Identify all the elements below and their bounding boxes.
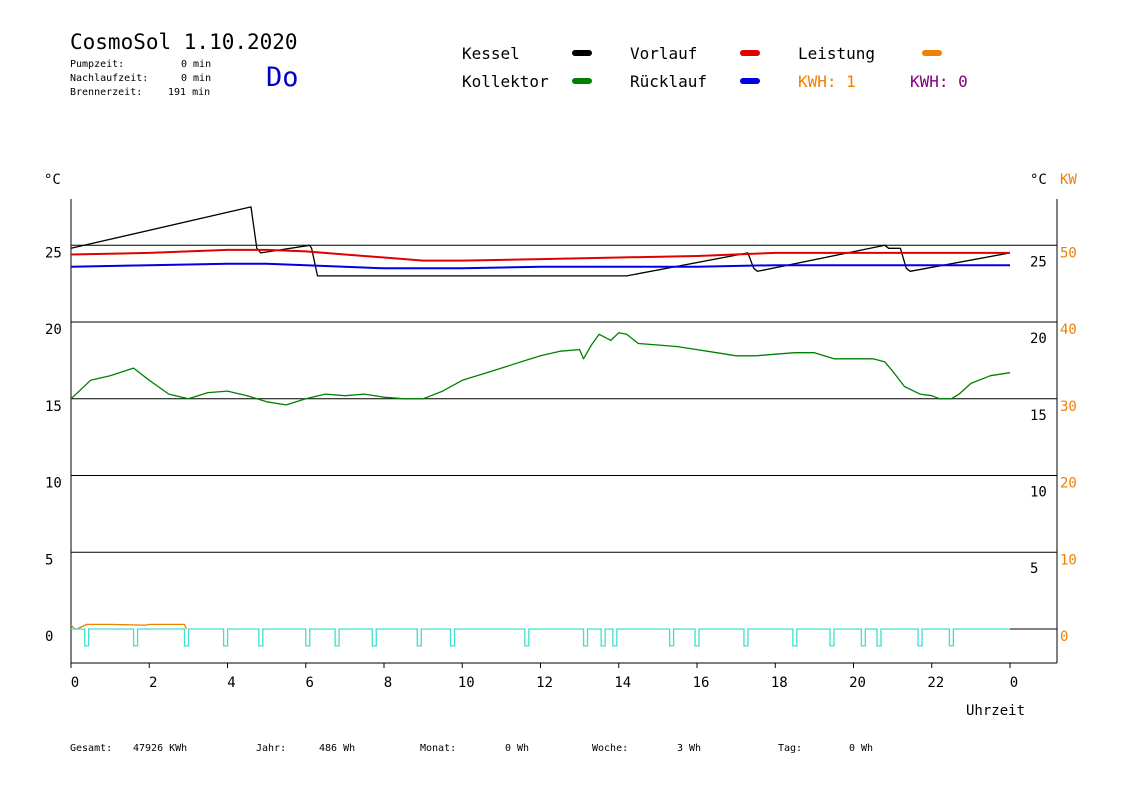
temperature-chart: 051015202525201510501020304050°C °C KW0 2 4 6…: [44, 172, 1077, 719]
x-axis-label: Uhrzeit: [966, 703, 1025, 719]
x-tick-label: 0: [71, 675, 79, 691]
y-tick-label-left: 5: [45, 552, 53, 568]
footer-month-label: Monat:: [420, 743, 457, 754]
series-line-vorlauf: [70, 248, 1010, 262]
x-tick-label: 18: [771, 675, 788, 691]
footer-week-label: Woche:: [592, 743, 629, 754]
y-tick-label-left: 15: [45, 399, 62, 415]
y-tick-label-left: 25: [45, 245, 62, 261]
y-tick-label-right-upper: 20: [1030, 331, 1047, 347]
y-tick-label-kw: 20: [1060, 476, 1077, 492]
footer-week-value: 3 Wh: [677, 743, 702, 754]
footer-total-label: Gesamt:: [70, 743, 113, 754]
x-tick-label: 6: [306, 675, 314, 691]
x-tick-label: 10: [458, 675, 475, 691]
footer-total-value: 47926 KWh: [133, 743, 188, 754]
y-tick-label-left: 0: [45, 629, 53, 645]
y-axis-right-label: °C: [1030, 172, 1047, 188]
y-axis-left-label: °C: [44, 172, 61, 188]
x-tick-label: 22: [927, 675, 944, 691]
x-tick-label: 8: [384, 675, 392, 691]
y-tick-label-right-lower: 15: [1030, 408, 1047, 424]
x-tick-label: 16: [693, 675, 710, 691]
x-tick-label: 14: [614, 675, 631, 691]
x-tick-label: 2: [149, 675, 157, 691]
y-tick-label-kw: 30: [1060, 399, 1077, 415]
y-tick-label-kw: 10: [1060, 552, 1077, 568]
footer-month-value: 0 Wh: [505, 743, 530, 754]
series-line-leistung: [70, 623, 188, 630]
series-line-ruecklauf: [70, 262, 1010, 270]
x-tick-label: 12: [536, 675, 553, 691]
y-tick-label-left: 20: [45, 322, 62, 338]
x-tick-label: 4: [227, 675, 235, 691]
y-tick-label-right-lower: 10: [1030, 485, 1047, 501]
y-tick-label-kw: 40: [1060, 322, 1077, 338]
footer-year-label: Jahr:: [256, 743, 287, 754]
y-tick-label-kw: 50: [1060, 245, 1077, 261]
x-tick-label: 20: [849, 675, 866, 691]
footer-year-value: 486 Wh: [319, 743, 356, 754]
series-line-pumpe: [71, 628, 1010, 647]
y-tick-label-right-upper: 25: [1030, 254, 1047, 270]
x-tick-label: 0: [1010, 675, 1018, 691]
footer-day-value: 0 Wh: [849, 743, 874, 754]
y-axis-kw-label: KW: [1060, 172, 1077, 188]
y-tick-label-kw: 0: [1060, 629, 1068, 645]
y-tick-label-right-lower: 5: [1030, 561, 1038, 577]
series-line-kollektor: [70, 332, 1011, 406]
footer-day-label: Tag:: [778, 743, 803, 754]
y-tick-label-left: 10: [45, 476, 62, 492]
